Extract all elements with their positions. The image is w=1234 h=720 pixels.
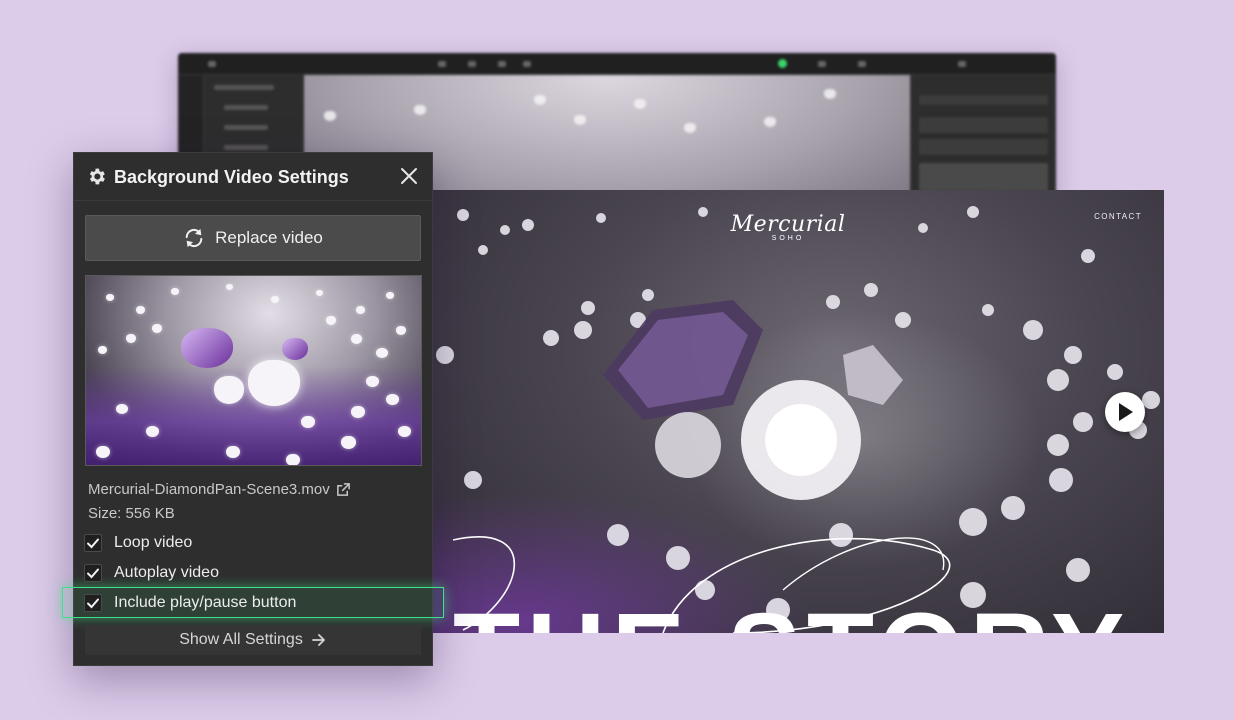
play-pause-button-label: Include play/pause button <box>114 594 297 611</box>
play-pause-button[interactable] <box>1105 392 1145 432</box>
check-icon <box>87 598 99 609</box>
gear-icon <box>89 168 105 185</box>
file-size: Size: 556 KB <box>88 505 175 522</box>
close-icon <box>401 168 417 184</box>
autoplay-video-label: Autoplay video <box>114 564 219 581</box>
logo-name: Mercurial <box>730 212 846 237</box>
play-pause-button-option[interactable]: Include play/pause button <box>84 591 296 615</box>
replace-video-label: Replace video <box>215 228 323 247</box>
check-icon <box>87 538 99 549</box>
editor-style-panel <box>910 75 1056 203</box>
site-preview: Mercurial SOHO CONTACT THE STORY <box>433 190 1164 633</box>
play-pause-button-checkbox[interactable] <box>84 594 102 612</box>
file-info-row: Mercurial-DiamondPan-Scene3.mov <box>88 481 351 498</box>
loop-video-label: Loop video <box>114 534 193 551</box>
loop-video-checkbox[interactable] <box>84 534 102 552</box>
panel-title: Background Video Settings <box>114 167 349 187</box>
arrow-right-icon <box>311 634 325 646</box>
site-logo[interactable]: Mercurial SOHO <box>723 212 853 242</box>
show-all-settings-button[interactable]: Show All Settings <box>85 625 421 655</box>
nav-contact-link[interactable]: CONTACT <box>1094 212 1142 221</box>
play-icon <box>1119 403 1133 421</box>
external-link-icon[interactable] <box>336 482 351 497</box>
file-name: Mercurial-DiamondPan-Scene3.mov <box>88 481 330 498</box>
loop-video-option[interactable]: Loop video <box>84 531 192 555</box>
replace-video-button[interactable]: Replace video <box>85 215 421 261</box>
hero-heading-text: THE STORY <box>453 598 1130 633</box>
autoplay-video-checkbox[interactable] <box>84 564 102 582</box>
show-all-settings-label: Show All Settings <box>179 631 303 648</box>
autoplay-video-option[interactable]: Autoplay video <box>84 561 219 585</box>
video-thumbnail <box>85 275 422 466</box>
check-icon <box>87 568 99 579</box>
panel-header: Background Video Settings <box>74 153 432 201</box>
close-button[interactable] <box>398 165 420 187</box>
background-video-settings-panel: Background Video Settings Replace video <box>62 152 444 666</box>
diamonds-scene <box>436 206 1160 633</box>
hero-heading: THE STORY <box>433 598 1164 633</box>
refresh-icon <box>185 228 203 248</box>
editor-toolbar <box>178 53 1056 75</box>
